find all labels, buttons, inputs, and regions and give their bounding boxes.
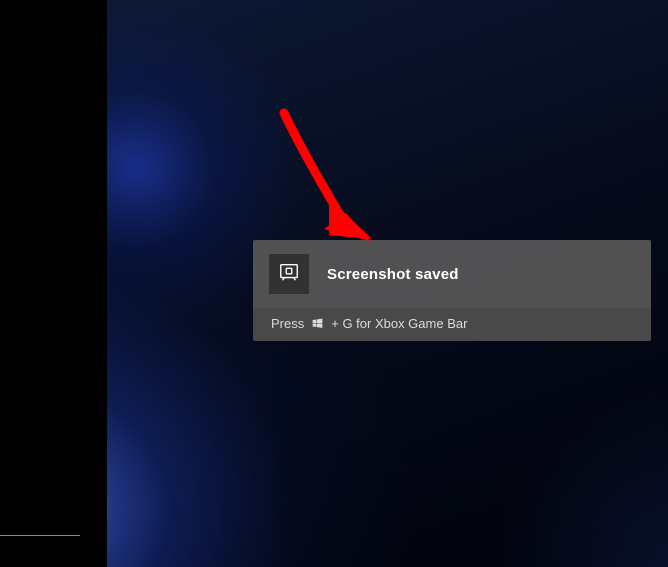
left-black-panel [0, 0, 107, 567]
hint-suffix-text: + G for Xbox Game Bar [331, 316, 467, 331]
sidebar-divider-line [0, 535, 80, 536]
notification-title: Screenshot saved [327, 266, 459, 283]
notification-icon-container [269, 254, 309, 294]
hint-prefix-text: Press [271, 316, 304, 331]
notification-hint: Press + G for Xbox Game Bar [253, 308, 651, 341]
screenshot-icon [278, 261, 300, 288]
notification-header: Screenshot saved [253, 240, 651, 308]
screenshot-saved-notification[interactable]: Screenshot saved Press + G for Xbox Game… [253, 240, 651, 341]
windows-key-icon [311, 317, 324, 330]
